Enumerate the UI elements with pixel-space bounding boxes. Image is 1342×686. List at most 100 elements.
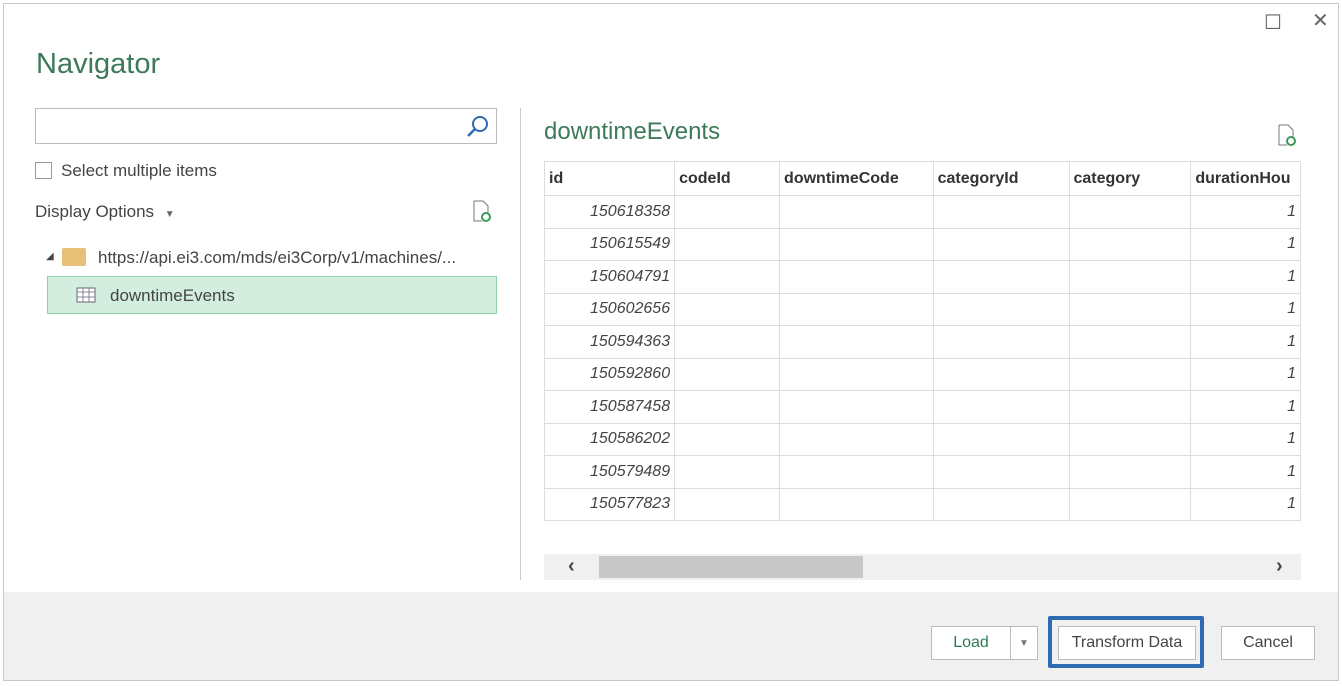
table-cell [674, 260, 781, 294]
table-cell [779, 422, 934, 456]
table-cell: 1 [1190, 325, 1301, 359]
table-cell: 150577823 [544, 487, 676, 521]
preview-table-container: id codeId downtimeCode categoryId category du… [544, 161, 1301, 526]
table-cell: 1 [1190, 390, 1301, 424]
table-cell [1068, 357, 1192, 391]
table-row: 150594363 1 [544, 325, 1301, 359]
close-icon[interactable]: ✕ [1312, 8, 1329, 33]
dialog-footer: Load ▼ Transform Data Cancel [4, 592, 1338, 680]
table-cell [932, 195, 1070, 229]
select-multiple-checkbox[interactable] [35, 162, 52, 179]
column-header[interactable]: downtimeCode [779, 161, 934, 196]
tree-item-label: downtimeEvents [110, 286, 235, 305]
search-box [35, 108, 497, 144]
table-cell [1068, 260, 1192, 294]
horizontal-scrollbar[interactable]: ‹ › [544, 554, 1301, 580]
refresh-icon[interactable] [471, 199, 493, 223]
scroll-left-icon[interactable]: ‹ [568, 555, 575, 578]
refresh-preview-icon[interactable] [1276, 123, 1298, 147]
table-cell [674, 227, 781, 261]
table-cell [674, 422, 781, 456]
column-header[interactable]: id [544, 161, 676, 196]
table-cell [1068, 422, 1192, 456]
column-header[interactable]: category [1068, 161, 1192, 196]
load-button[interactable]: Load [931, 626, 1011, 660]
preview-table: id codeId downtimeCode categoryId category du… [544, 161, 1301, 521]
table-cell [1068, 292, 1192, 326]
table-row: 150615549 1 [544, 227, 1301, 261]
table-cell [779, 227, 934, 261]
table-cell: 150604791 [544, 260, 676, 294]
table-cell [779, 455, 934, 489]
transform-data-button[interactable]: Transform Data [1058, 626, 1196, 660]
table-cell [1068, 487, 1192, 521]
table-cell [674, 325, 781, 359]
dialog-title: Navigator [36, 48, 161, 80]
column-header[interactable]: durationHou [1190, 161, 1301, 196]
table-cell: 150587458 [544, 390, 676, 424]
column-header[interactable]: categoryId [932, 161, 1070, 196]
search-icon[interactable] [466, 115, 490, 139]
load-dropdown-button[interactable]: ▼ [1010, 626, 1038, 660]
pane-divider [520, 108, 521, 580]
table-cell [1068, 227, 1192, 261]
table-cell: 150615549 [544, 227, 676, 261]
table-cell [779, 357, 934, 391]
cancel-button[interactable]: Cancel [1221, 626, 1315, 660]
chevron-down-icon: ▼ [1019, 637, 1029, 649]
tree-item-downtimeEvents[interactable]: downtimeEvents [47, 276, 497, 314]
table-cell [1068, 325, 1192, 359]
table-cell [779, 195, 934, 229]
table-cell: 150594363 [544, 325, 676, 359]
table-cell [932, 390, 1070, 424]
table-row: 150602656 1 [544, 292, 1301, 326]
display-options-dropdown[interactable]: Display Options ▼ [35, 202, 175, 222]
table-cell [779, 390, 934, 424]
table-cell [779, 260, 934, 294]
scrollbar-thumb[interactable] [599, 556, 863, 578]
select-multiple-label: Select multiple items [61, 161, 217, 180]
table-cell [674, 487, 781, 521]
table-cell [674, 292, 781, 326]
table-cell [779, 292, 934, 326]
table-cell: 150618358 [544, 195, 676, 229]
table-cell [674, 195, 781, 229]
table-cell [779, 325, 934, 359]
display-options-label: Display Options [35, 202, 155, 221]
table-cell [1068, 195, 1192, 229]
search-input[interactable] [36, 109, 456, 143]
column-header[interactable]: codeId [674, 161, 781, 196]
table-cell: 150592860 [544, 357, 676, 391]
table-cell: 1 [1190, 260, 1301, 294]
table-row: 150592860 1 [544, 357, 1301, 391]
table-cell [932, 455, 1070, 489]
collapse-triangle-icon[interactable]: ◢ [46, 251, 54, 262]
table-cell: 1 [1190, 292, 1301, 326]
scroll-right-icon[interactable]: › [1276, 555, 1283, 578]
table-cell [779, 487, 934, 521]
table-cell: 150602656 [544, 292, 676, 326]
table-cell [932, 227, 1070, 261]
folder-icon [62, 248, 86, 266]
chevron-down-icon: ▼ [164, 209, 175, 220]
table-row: 150618358 1 [544, 195, 1301, 229]
table-cell: 1 [1190, 227, 1301, 261]
table-cell: 1 [1190, 357, 1301, 391]
table-cell [1068, 390, 1192, 424]
tree-folder-label[interactable]: https://api.ei3.com/mds/ei3Corp/v1/machi… [98, 248, 456, 268]
table-cell: 1 [1190, 455, 1301, 489]
table-cell [932, 357, 1070, 391]
table-cell: 1 [1190, 487, 1301, 521]
table-cell: 1 [1190, 422, 1301, 456]
table-cell [932, 487, 1070, 521]
table-cell: 1 [1190, 195, 1301, 229]
table-cell: 150579489 [544, 455, 676, 489]
table-row: 150604791 1 [544, 260, 1301, 294]
table-row: 150587458 1 [544, 390, 1301, 424]
maximize-icon[interactable]: ☐ [1264, 10, 1282, 35]
table-row: 150579489 1 [544, 455, 1301, 489]
table-cell: 150586202 [544, 422, 676, 456]
table-cell [932, 260, 1070, 294]
table-cell [674, 357, 781, 391]
navigator-dialog: Navigator ☐ ✕ Select multiple items Disp… [3, 3, 1339, 681]
